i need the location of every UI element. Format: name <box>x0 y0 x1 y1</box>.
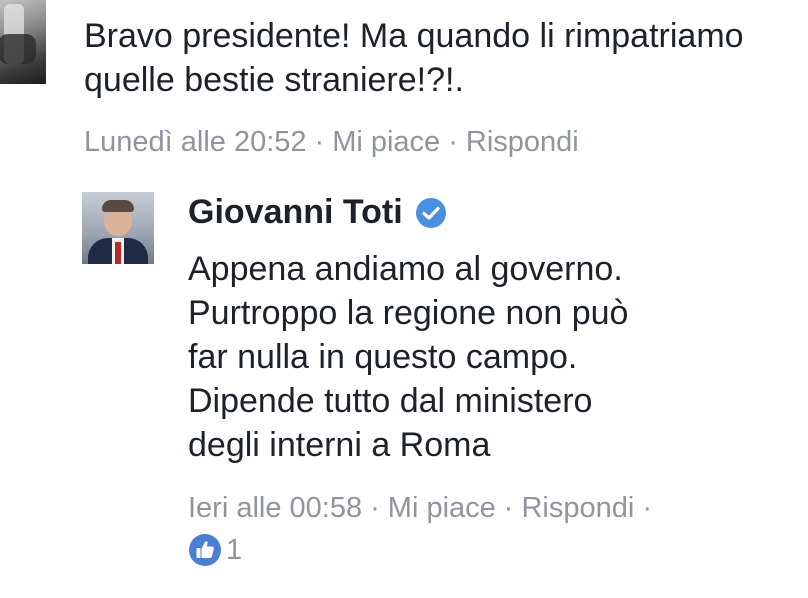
reply-author-row: Giovanni Toti <box>188 193 447 232</box>
reply-text-line: Appena andiamo al governo. <box>188 250 623 288</box>
reply-text-line: Dipende tutto dal ministero <box>188 382 593 420</box>
trailing-separator-dot: · <box>642 492 652 524</box>
verified-badge-icon <box>415 197 446 228</box>
reaction-count: 1 <box>226 533 243 566</box>
reply-text-line: degli interni a Roma <box>188 426 491 464</box>
reply-reply-link[interactable]: Rispondi <box>521 492 634 524</box>
comment-thread: Bravo presidente! Ma quando li rimpatria… <box>0 0 808 598</box>
separator-dot: · <box>448 126 458 158</box>
separator-dot: · <box>503 492 514 524</box>
reactions-summary[interactable]: 1 <box>188 533 242 567</box>
reply-author-avatar[interactable] <box>82 192 154 264</box>
top-comment-text: Bravo presidente! Ma quando li rimpatria… <box>84 17 744 99</box>
top-comment-timestamp[interactable]: Lunedì alle 20:52 <box>84 126 307 158</box>
top-comment-meta: Lunedì alle 20:52 · Mi piace · Rispondi <box>84 124 579 160</box>
separator-dot: · <box>370 492 380 524</box>
reply-text-line: Purtroppo la regione non può <box>188 294 629 332</box>
reply-meta: Ieri alle 00:58 · Mi piace · Rispondi · <box>188 490 660 526</box>
reply-text-line: far nulla in questo campo. <box>188 338 578 376</box>
reply-timestamp[interactable]: Ieri alle 00:58 <box>188 492 362 524</box>
reply-like-link[interactable]: Mi piace <box>388 492 496 524</box>
commenter-avatar[interactable] <box>0 0 46 84</box>
reply-text: Appena andiamo al governo. Purtroppo la … <box>188 247 788 467</box>
thumbs-up-icon <box>189 534 221 566</box>
top-comment-reply-link[interactable]: Rispondi <box>466 126 579 158</box>
top-comment-like-link[interactable]: Mi piace <box>332 126 440 158</box>
separator-dot: · <box>314 126 325 158</box>
reply-author-name[interactable]: Giovanni Toti <box>188 193 403 232</box>
